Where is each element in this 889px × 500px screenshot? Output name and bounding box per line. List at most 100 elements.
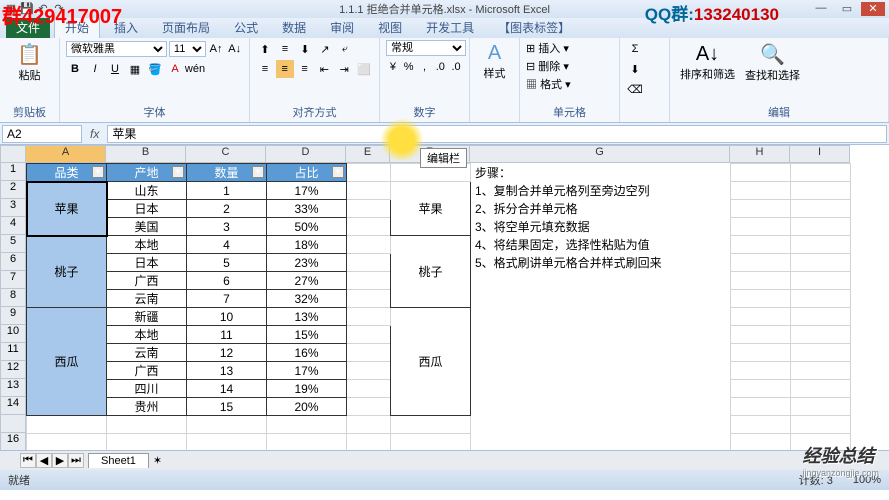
sheet-nav-last[interactable]: ⏭ [68, 453, 84, 468]
cell[interactable] [791, 272, 851, 290]
cell[interactable] [347, 362, 391, 380]
align-center-icon[interactable]: ≡ [276, 60, 294, 78]
cell[interactable]: 1 [187, 182, 267, 200]
cell[interactable]: 苹果 [391, 182, 471, 236]
cell[interactable]: 32% [267, 290, 347, 308]
tab-data[interactable]: 数据 [272, 17, 316, 38]
sheet-nav-first[interactable]: ⏮ [20, 453, 36, 468]
font-size-combo[interactable]: 11 [169, 41, 206, 57]
cell[interactable]: 13 [187, 362, 267, 380]
increase-font-icon[interactable]: A↑ [208, 40, 225, 58]
tab-formulas[interactable]: 公式 [224, 17, 268, 38]
row-header[interactable]: 13 [0, 379, 26, 397]
cell[interactable] [791, 326, 851, 344]
tab-view[interactable]: 视图 [368, 17, 412, 38]
row-header[interactable]: 11 [0, 343, 26, 361]
row-header[interactable]: 1 [0, 163, 26, 181]
cell[interactable]: 2 [187, 200, 267, 218]
filter-dropdown-icon[interactable]: ▾ [332, 166, 344, 178]
column-header[interactable]: B [106, 145, 186, 163]
cell[interactable] [731, 218, 791, 236]
cell[interactable] [791, 164, 851, 182]
format-cells-button[interactable]: ▦ 格式 ▾ [526, 76, 571, 92]
border-button[interactable]: ▦ [126, 60, 144, 78]
filter-dropdown-icon[interactable]: ▾ [92, 166, 104, 178]
cell[interactable] [731, 236, 791, 254]
cell[interactable] [731, 254, 791, 272]
cell[interactable]: 2、拆分合并单元格 [471, 200, 731, 218]
autosum-icon[interactable]: Σ [626, 40, 644, 58]
spreadsheet-grid[interactable]: ABCDEFGHI 123456789101112131416 品类▾产地▾数量… [0, 145, 889, 450]
cell[interactable] [731, 398, 791, 416]
column-header[interactable]: D [266, 145, 346, 163]
cell[interactable]: 15% [267, 326, 347, 344]
filter-dropdown-icon[interactable]: ▾ [252, 166, 264, 178]
insert-cells-button[interactable]: ⊞ 插入 ▾ [526, 40, 569, 56]
filter-dropdown-icon[interactable]: ▾ [172, 166, 184, 178]
cell[interactable]: 7 [187, 290, 267, 308]
row-header[interactable]: 12 [0, 361, 26, 379]
cell[interactable] [107, 416, 187, 434]
cell[interactable]: 苹果 [27, 182, 107, 236]
cell[interactable]: 日本 [107, 200, 187, 218]
cell[interactable] [731, 362, 791, 380]
cell[interactable]: 20% [267, 398, 347, 416]
cell[interactable] [471, 398, 731, 416]
fill-icon[interactable]: ⬇ [626, 60, 644, 78]
cell[interactable] [391, 416, 471, 434]
cell[interactable] [347, 380, 391, 398]
cell[interactable] [27, 416, 107, 434]
minimize-button[interactable]: — [809, 2, 833, 16]
cell[interactable] [791, 362, 851, 380]
cell[interactable] [731, 308, 791, 326]
sheet-nav-next[interactable]: ▶ [52, 453, 68, 468]
close-button[interactable]: ✕ [861, 2, 885, 16]
cell[interactable] [471, 380, 731, 398]
cell[interactable] [471, 272, 731, 290]
bold-button[interactable]: B [66, 60, 84, 78]
cell[interactable]: 本地 [107, 326, 187, 344]
cell[interactable] [471, 434, 731, 451]
tab-developer[interactable]: 开发工具 [416, 17, 484, 38]
cell[interactable]: 数量▾ [187, 164, 267, 182]
cell[interactable] [791, 344, 851, 362]
cell[interactable] [27, 434, 107, 451]
align-right-icon[interactable]: ≡ [296, 60, 314, 78]
row-header[interactable]: 7 [0, 271, 26, 289]
align-left-icon[interactable]: ≡ [256, 60, 274, 78]
delete-cells-button[interactable]: ⊟ 删除 ▾ [526, 58, 569, 74]
cell[interactable] [731, 344, 791, 362]
orientation-icon[interactable]: ↗ [316, 40, 334, 58]
fill-color-button[interactable]: 🪣 [146, 60, 164, 78]
cell[interactable]: 1、复制合并单元格列至旁边空列 [471, 182, 731, 200]
comma-icon[interactable]: , [418, 58, 432, 76]
find-select-button[interactable]: 🔍查找和选择 [741, 40, 804, 85]
cell[interactable] [347, 398, 391, 416]
align-middle-icon[interactable]: ≡ [276, 40, 294, 58]
cell[interactable] [791, 290, 851, 308]
cell[interactable]: 27% [267, 272, 347, 290]
cell[interactable] [731, 290, 791, 308]
cell[interactable]: 5、格式刷讲单元格合并样式刷回来 [471, 254, 731, 272]
tab-review[interactable]: 审阅 [320, 17, 364, 38]
cell[interactable]: 西瓜 [391, 308, 471, 416]
cell[interactable]: 占比▾ [267, 164, 347, 182]
cell[interactable] [791, 308, 851, 326]
column-header[interactable]: G [470, 145, 730, 163]
column-header[interactable]: C [186, 145, 266, 163]
italic-button[interactable]: I [86, 60, 104, 78]
cell[interactable] [471, 290, 731, 308]
cell[interactable]: 3 [187, 218, 267, 236]
formula-bar[interactable] [107, 125, 887, 143]
inc-decimal-icon[interactable]: .0 [433, 58, 447, 76]
cell[interactable] [731, 164, 791, 182]
cell[interactable]: 西瓜 [27, 308, 107, 416]
sort-filter-button[interactable]: A↓排序和筛选 [676, 41, 739, 84]
cell[interactable]: 广西 [107, 272, 187, 290]
cell[interactable] [187, 434, 267, 451]
indent-dec-icon[interactable]: ⇤ [315, 60, 333, 78]
cell[interactable] [791, 416, 851, 434]
cell[interactable] [791, 380, 851, 398]
row-header[interactable]: 8 [0, 289, 26, 307]
cell[interactable]: 15 [187, 398, 267, 416]
